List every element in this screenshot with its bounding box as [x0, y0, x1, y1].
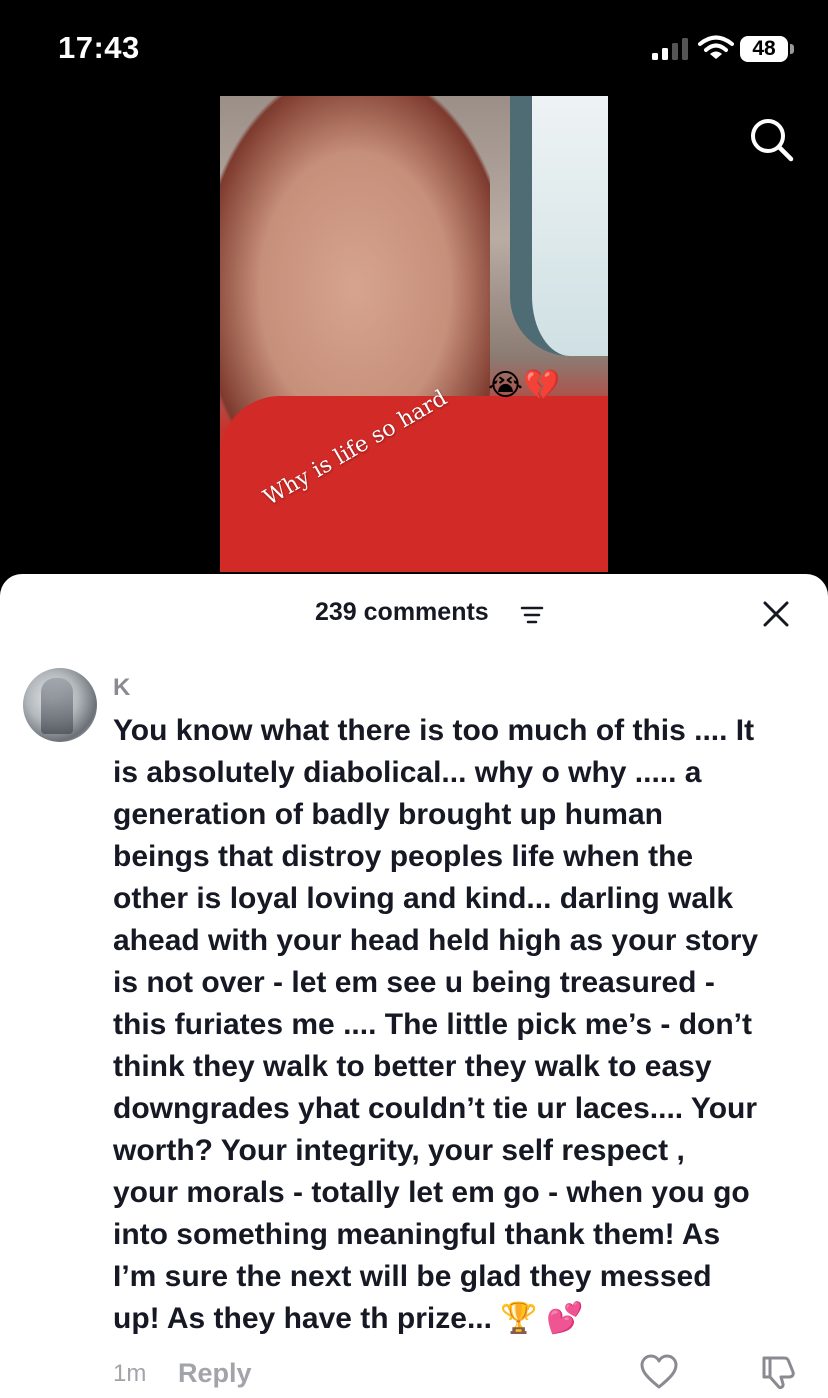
search-icon[interactable]: [746, 114, 796, 164]
filter-icon[interactable]: [520, 604, 544, 626]
battery-tip: [790, 44, 794, 54]
close-icon[interactable]: [760, 598, 792, 630]
comments-sheet: 239 comments K You know what there is to…: [0, 574, 828, 1398]
comments-header: 239 comments: [0, 574, 828, 654]
video-preview[interactable]: Why is life so hard 😭💔: [220, 96, 608, 572]
avatar-figure: [41, 678, 73, 734]
status-time: 17:43: [58, 30, 140, 65]
video-person: [220, 96, 490, 446]
dislike-icon[interactable]: [760, 1354, 798, 1390]
avatar[interactable]: [23, 668, 97, 742]
comment-count: 239 comments: [315, 598, 489, 626]
signal-icon: [652, 38, 688, 60]
video-car-window: [510, 96, 608, 356]
heart-icon[interactable]: [640, 1354, 678, 1390]
status-bar: 17:43 48: [0, 0, 828, 96]
comment-text: You know what there is too much of this …: [113, 714, 759, 1335]
comment-username[interactable]: K: [113, 674, 130, 702]
comment-time: 1m: [113, 1360, 147, 1387]
video-emoji: 😭💔: [488, 369, 561, 402]
reply-button[interactable]: Reply: [178, 1358, 252, 1389]
battery-icon: 48: [740, 36, 788, 62]
wifi-icon: [698, 35, 734, 59]
